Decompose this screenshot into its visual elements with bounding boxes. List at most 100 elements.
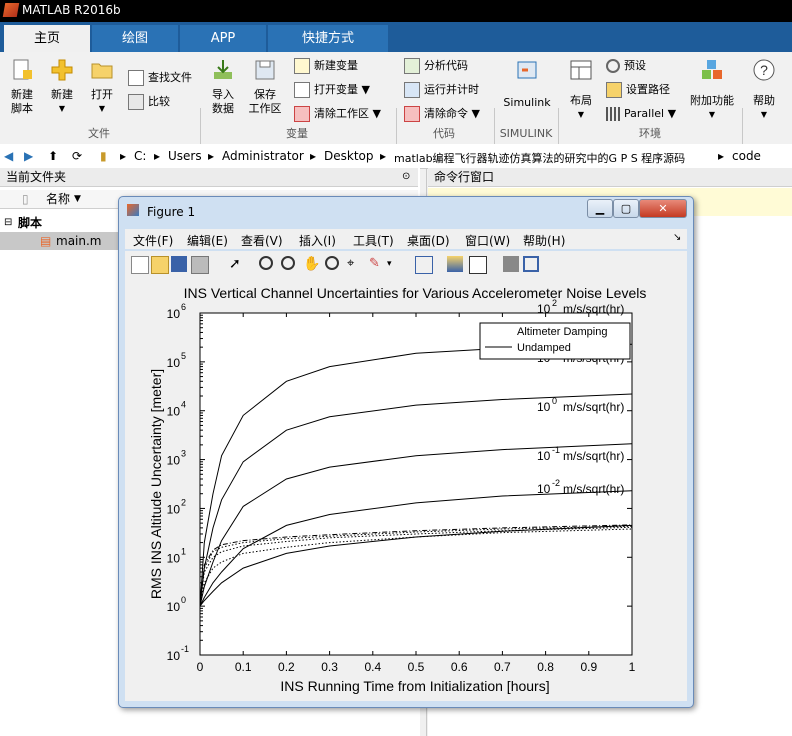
add-ons-button[interactable]: 附加功能 ▼ [688, 58, 736, 122]
layout-button[interactable]: 布局 ▼ [564, 58, 598, 122]
help-button[interactable]: ? 帮助 ▼ [748, 58, 780, 122]
section-simulink: SIMULINK [499, 127, 553, 140]
find-files-button[interactable]: 查找文件 [128, 70, 192, 86]
rotate-icon[interactable] [325, 256, 339, 270]
panel-menu-icon[interactable]: ⊙ [402, 168, 410, 186]
tab-apps[interactable]: APP [180, 25, 266, 52]
section-file: 文件 [88, 127, 110, 140]
y-tick-label: 10 6 [167, 302, 186, 321]
analyze-code-label: 分析代码 [424, 59, 468, 72]
new-variable-button[interactable]: 新建变量 [294, 58, 358, 74]
tab-plots[interactable]: 绘图 [92, 25, 178, 52]
legend[interactable]: Altimeter Damping Undamped [479, 322, 631, 360]
clear-workspace-icon [294, 106, 310, 122]
path-segment[interactable]: Users [168, 149, 202, 163]
compare-button[interactable]: 比较 [128, 94, 170, 110]
import-data-button[interactable]: 导入 数据 [206, 58, 240, 116]
open-button[interactable]: 打开 ▼ [86, 58, 118, 116]
new-script-label: 新建 脚本 [11, 88, 33, 115]
chart-title: INS Vertical Channel Uncertainties for V… [184, 285, 647, 301]
import-data-icon [214, 60, 232, 79]
ribbon-tab-bar: 主页 绘图 APP 快捷方式 [0, 22, 792, 52]
figure-window[interactable]: Figure 1 ▁ ▢ ✕ 文件(F) 编辑(E) 查看(V) 插入(I) 工… [118, 196, 694, 708]
forward-arrow-icon[interactable]: ▶ [24, 149, 33, 163]
run-and-time-button[interactable]: 运行并计时 [404, 82, 479, 98]
menu-insert[interactable]: 插入(I) [299, 232, 336, 249]
new-script-button[interactable]: 新建 脚本 [4, 58, 40, 116]
svg-text:-1: -1 [181, 644, 189, 654]
menu-edit[interactable]: 编辑(E) [187, 232, 228, 249]
hide-plot-tools-icon[interactable] [503, 256, 519, 272]
clear-commands-button[interactable]: 清除命令 ▼ [404, 106, 480, 122]
open-variable-button[interactable]: 打开变量 ▼ [294, 82, 370, 98]
address-bar[interactable]: ◀ ▶ ⬆ ⟳ ▮ ▸ C: ▸ Users ▸ Administrator ▸… [0, 144, 792, 169]
menu-window[interactable]: 窗口(W) [465, 232, 510, 249]
svg-text:4: 4 [181, 400, 186, 410]
print-icon[interactable] [191, 256, 209, 274]
tab-shortcuts[interactable]: 快捷方式 [268, 25, 388, 52]
colorbar-icon[interactable] [447, 256, 463, 272]
path-segment[interactable]: C: [134, 149, 146, 163]
analyze-code-button[interactable]: 分析代码 [404, 58, 468, 74]
menu-tools[interactable]: 工具(T) [353, 232, 394, 249]
maximize-button[interactable]: ▢ [613, 199, 639, 218]
menu-file[interactable]: 文件(F) [133, 232, 173, 249]
y-tick-label: 10 2 [167, 497, 186, 516]
svg-text:m/s/sqrt(hr): m/s/sqrt(hr) [563, 482, 624, 496]
menu-view[interactable]: 查看(V) [241, 232, 283, 249]
new-button[interactable]: 新建 ▼ [46, 58, 78, 116]
parallel-button[interactable]: Parallel ▼ [606, 106, 676, 122]
svg-text:10: 10 [167, 600, 181, 614]
preferences-button[interactable]: 预设 [606, 58, 646, 74]
legend-icon[interactable] [469, 256, 487, 274]
path-segment[interactable]: code [732, 149, 761, 163]
save-icon[interactable] [171, 256, 187, 272]
up-folder-icon[interactable]: ⬆ [48, 149, 58, 163]
path-segment[interactable]: Administrator [222, 149, 304, 163]
menu-help[interactable]: 帮助(H) [523, 232, 565, 249]
current-folder-header: 当前文件夹 ⊙ [0, 168, 418, 187]
new-figure-icon[interactable] [131, 256, 149, 274]
x-tick-label: 0.3 [321, 660, 338, 674]
svg-text:10: 10 [167, 307, 181, 321]
menu-desktop[interactable]: 桌面(D) [407, 232, 450, 249]
app-title-bar: MATLAB R2016b [0, 0, 792, 22]
figure-canvas: INS Vertical Channel Uncertainties for V… [125, 277, 687, 701]
script-file-icon: ▤ [40, 234, 52, 248]
simulink-button[interactable]: Simulink [500, 58, 554, 110]
collapse-icon[interactable]: ⊟ [4, 214, 12, 232]
tab-home[interactable]: 主页 [4, 25, 90, 52]
show-plot-tools-icon[interactable] [523, 256, 539, 272]
command-window-title: 命令行窗口 [434, 170, 495, 184]
brush-dropdown-icon[interactable]: ▾ [387, 256, 395, 272]
browse-folder-icon[interactable]: ⟳ [72, 149, 82, 163]
find-files-icon [128, 70, 144, 86]
pan-hand-icon[interactable]: ✋ [303, 256, 320, 272]
close-button[interactable]: ✕ [639, 199, 687, 218]
set-path-button[interactable]: 设置路径 [606, 82, 670, 98]
open-label: 打开 [91, 88, 113, 101]
zoom-in-icon[interactable] [259, 256, 273, 270]
column-name-label: 名称 [46, 192, 71, 206]
clear-workspace-button[interactable]: 清除工作区 ▼ [294, 106, 381, 122]
link-plot-icon[interactable] [415, 256, 433, 274]
minimize-button[interactable]: ▁ [587, 199, 613, 218]
folder-icon: ▮ [100, 149, 107, 163]
add-ons-cubes-icon [702, 60, 722, 79]
matlab-logo-icon [2, 3, 20, 17]
x-tick-label: 0.1 [235, 660, 252, 674]
pointer-icon[interactable]: ➚ [229, 256, 245, 272]
data-cursor-icon[interactable]: ⌖ [347, 256, 363, 272]
dock-arrow-icon[interactable]: ↘ [673, 232, 681, 243]
back-arrow-icon[interactable]: ◀ [4, 149, 13, 163]
path-segment[interactable]: Desktop [324, 149, 374, 163]
svg-text:10: 10 [167, 454, 181, 468]
y-tick-label: 10 -1 [167, 644, 189, 663]
x-tick-label: 0.6 [451, 660, 468, 674]
brush-icon[interactable]: ✎ [369, 256, 385, 272]
save-workspace-button[interactable]: 保存 工作区 [246, 58, 284, 116]
path-segment[interactable]: matlab编程飞行器轨迹仿真算法的研究中的G P S 程序源码 [394, 150, 685, 166]
zoom-out-icon[interactable] [281, 256, 295, 270]
open-file-icon[interactable] [151, 256, 169, 274]
x-tick-label: 0.2 [278, 660, 295, 674]
